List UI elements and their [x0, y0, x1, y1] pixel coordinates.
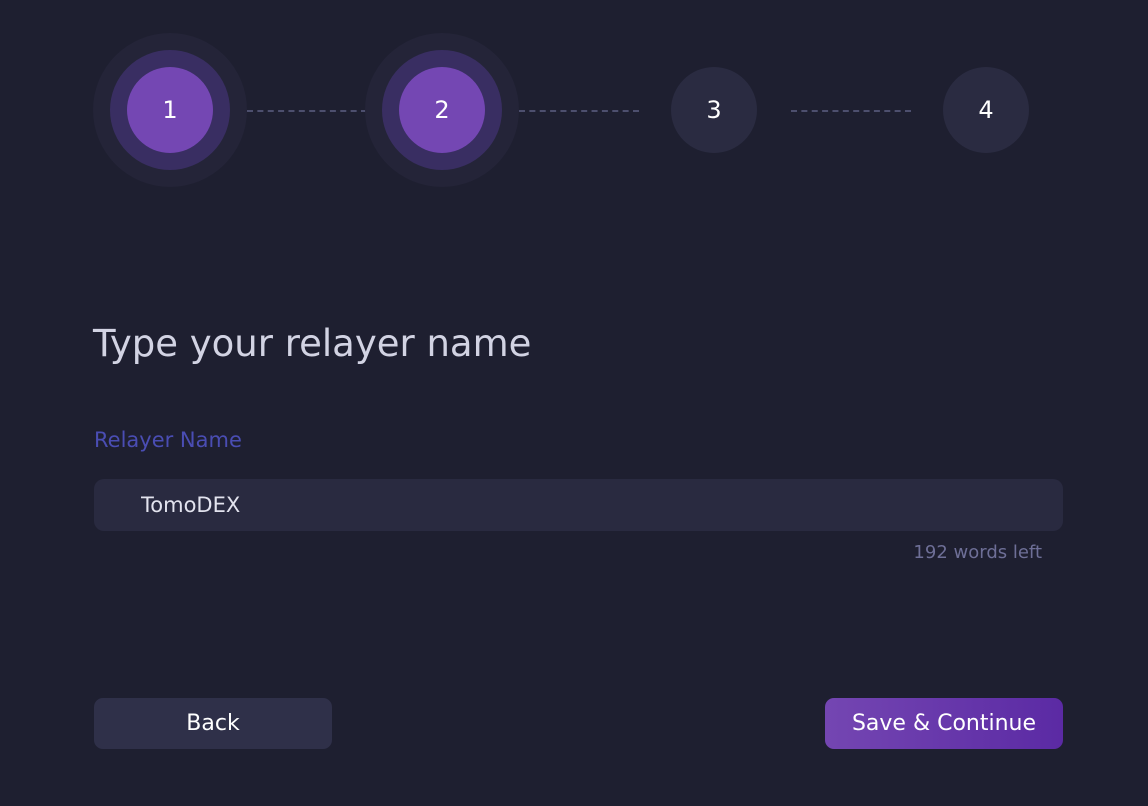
step-2-indicator[interactable]: 2: [399, 67, 485, 153]
relayer-setup-page: 1 2 3 4 Type your relayer name Relayer N…: [0, 0, 1148, 806]
step-1-indicator[interactable]: 1: [127, 67, 213, 153]
step-3-number: 3: [706, 96, 722, 124]
step-connector-2-3: [519, 110, 639, 112]
step-4-indicator[interactable]: 4: [943, 67, 1029, 153]
step-connector-1-2: [247, 110, 367, 112]
page-title: Type your relayer name: [93, 322, 532, 365]
relayer-name-input[interactable]: [94, 479, 1063, 531]
step-connector-3-4: [791, 110, 911, 112]
words-left-counter: 192 words left: [913, 542, 1042, 563]
step-2-number: 2: [434, 96, 450, 124]
save-continue-button[interactable]: Save & Continue: [825, 698, 1063, 749]
step-4-number: 4: [978, 96, 994, 124]
relayer-name-label: Relayer Name: [94, 428, 242, 452]
step-1-number: 1: [162, 96, 178, 124]
back-button[interactable]: Back: [94, 698, 332, 749]
step-3-indicator[interactable]: 3: [671, 67, 757, 153]
